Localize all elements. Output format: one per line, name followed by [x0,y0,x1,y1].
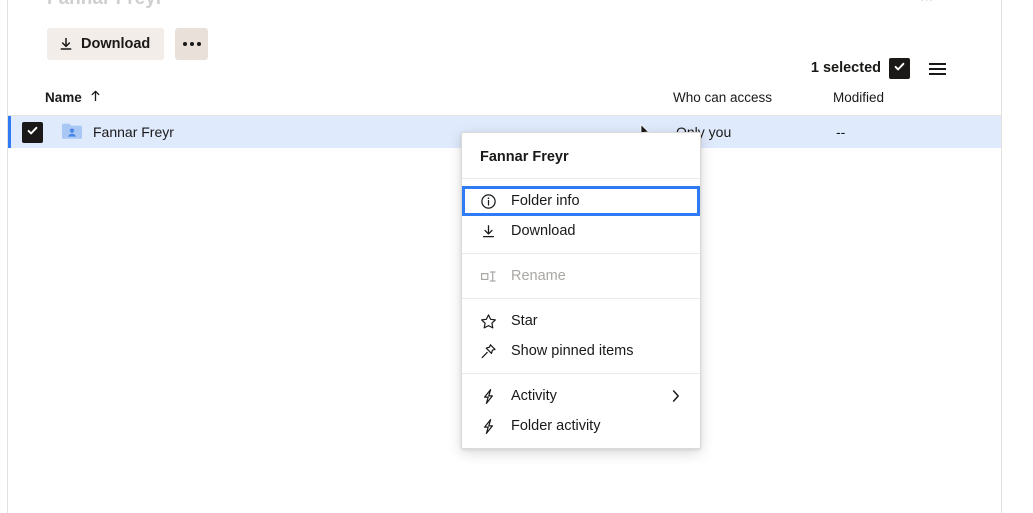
ellipsis-icon [182,42,201,46]
context-menu-group: Folder info Download [462,179,700,253]
context-menu-group: Activity Folder activity [462,373,700,448]
menu-item-show-pinned-items[interactable]: Show pinned items [462,336,700,366]
row-name-label: Fannar Freyr [93,124,174,140]
arrow-up-icon [90,90,101,105]
menu-item-activity[interactable]: Activity [462,381,700,411]
menu-item-label: Star [511,313,538,329]
rename-icon [480,268,502,285]
breadcrumb-text: Fannar Freyr [47,0,163,9]
more-options-button[interactable] [175,28,208,60]
context-menu: Fannar Freyr Folder info Download Rename… [461,132,701,449]
column-header-name-label: Name [45,90,82,105]
column-header-modified[interactable]: Modified [833,90,884,105]
lightning-icon [480,418,502,435]
menu-item-label: Download [511,223,576,239]
toolbar: Download 1 selected [8,22,1001,79]
breadcrumb-overflow: ... [920,0,933,6]
menu-item-label: Folder info [511,193,580,209]
list-view-button[interactable] [924,55,951,82]
checkmark-icon [26,124,39,142]
pin-icon [480,343,502,360]
info-circle-icon [480,193,502,210]
breadcrumb: Fannar Freyr ... [0,0,1033,9]
row-modified-cell: -- [836,124,846,140]
menu-item-label: Folder activity [511,418,601,434]
chevron-right-icon [672,390,680,403]
menu-item-rename: Rename [462,261,700,291]
menu-item-label: Rename [511,268,566,284]
context-menu-group: Star Show pinned items [462,298,700,373]
shared-folder-icon [61,122,83,143]
star-icon [480,313,502,330]
selection-count: 1 selected [810,60,881,76]
menu-item-star[interactable]: Star [462,306,700,336]
download-icon [480,223,502,240]
column-header-access[interactable]: Who can access [673,90,772,105]
list-view-icon [929,62,946,75]
download-icon [58,36,74,52]
column-header-name[interactable]: Name [45,90,101,105]
context-menu-group: Rename [462,253,700,298]
left-divider [7,0,8,513]
menu-item-folder-activity[interactable]: Folder activity [462,411,700,441]
select-all-checkbox[interactable] [889,58,910,79]
right-divider [1001,0,1002,513]
lightning-icon [480,388,502,405]
menu-item-download[interactable]: Download [462,216,700,246]
row-checkbox[interactable] [22,122,43,143]
row-name-cell: Fannar Freyr [61,116,174,148]
table-header-row: Name Who can access Modified [8,82,1001,116]
context-menu-title: Fannar Freyr [462,133,700,179]
page-root: Fannar Freyr ... Download 1 selected [0,0,1033,513]
menu-item-label: Activity [511,388,557,404]
menu-item-folder-info[interactable]: Folder info [462,186,700,216]
download-button-label: Download [81,36,151,52]
download-button[interactable]: Download [47,28,165,60]
checkmark-icon [893,60,906,78]
menu-item-label: Show pinned items [511,343,634,359]
